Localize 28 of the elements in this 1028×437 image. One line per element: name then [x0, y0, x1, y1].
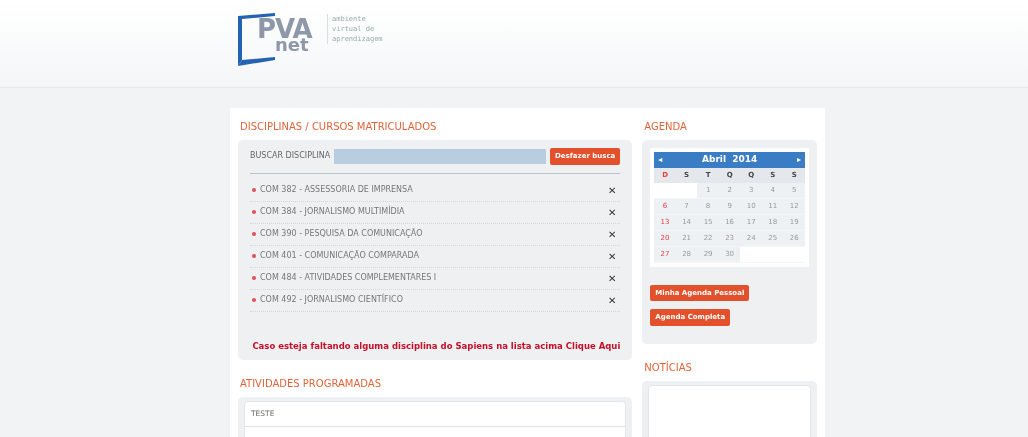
section-title: NOTÍCIAS — [644, 360, 693, 375]
remove-button[interactable]: ✕ — [603, 270, 621, 286]
course-link[interactable]: COM 390 - PESQUISA DA COMUNICAÇÃO — [252, 228, 423, 240]
bullet-icon — [252, 275, 256, 280]
remove-button[interactable]: ✕ — [603, 226, 621, 242]
bullet-icon — [252, 231, 256, 236]
course-link[interactable]: COM 384 - JORNALISMO MULTIMÍDIA — [252, 206, 405, 218]
remove-button[interactable]: ✕ — [603, 248, 621, 264]
course-link[interactable]: COM 401 - COMUNICAÇÃO COMPARADA — [252, 250, 419, 262]
prev-month-button[interactable]: ◂ — [658, 153, 663, 166]
course-link[interactable]: COM 382 - ASSESSORIA DE IMPRENSA — [252, 184, 413, 196]
remove-button[interactable]: ✕ — [603, 292, 621, 308]
bullet-icon — [252, 253, 256, 258]
bullet-icon — [252, 187, 256, 192]
calendar-month: Abril 2014 — [702, 153, 758, 166]
bullet-icon — [252, 297, 256, 302]
course-link[interactable]: COM 492 - JORNALISMO CIENTÍFICO — [252, 294, 403, 306]
course-link[interactable]: COM 484 - ATIVIDADES COMPLEMENTARES I — [252, 272, 437, 284]
search-field[interactable] — [334, 148, 547, 164]
section-title: DISCIPLINAS / CURSOS MATRICULADOS — [240, 120, 438, 134]
next-month-button[interactable]: ▸ — [797, 153, 801, 166]
missing-course-link[interactable]: Caso esteja faltando alguma disciplina do Sapiens na lista acima Clique Aqui — [250, 339, 621, 353]
section-title: ATIVIDADES PROGRAMADAS — [240, 377, 382, 392]
remove-button[interactable]: ✕ — [603, 182, 621, 198]
section-title: AGENDA — [644, 120, 688, 134]
remove-button[interactable]: ✕ — [603, 204, 621, 220]
bullet-icon — [252, 209, 256, 214]
search-label: BUSCAR DISCIPLINA — [250, 150, 331, 163]
